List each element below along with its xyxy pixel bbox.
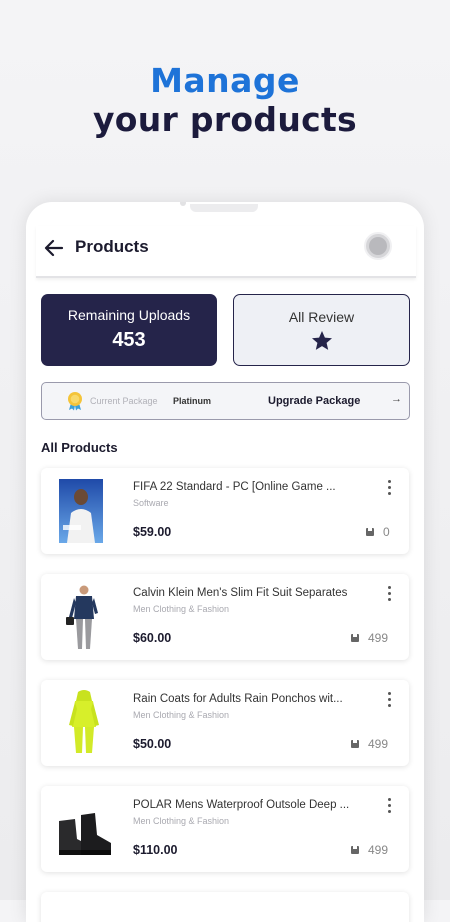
star-icon bbox=[234, 329, 409, 358]
all-review-label: All Review bbox=[288, 309, 355, 325]
product-stock: 499 bbox=[368, 631, 389, 645]
arrow-left-icon[interactable] bbox=[42, 236, 66, 260]
package-bar: Current Package Platinum Upgrade Package… bbox=[41, 382, 410, 420]
product-card[interactable]: Rain Coats for Adults Rain Ponchos wit..… bbox=[41, 680, 409, 766]
product-category: Men Clothing & Fashion bbox=[133, 604, 230, 614]
current-package-label: Current Package bbox=[90, 396, 158, 406]
product-stock: 499 bbox=[368, 843, 389, 857]
all-review-button[interactable]: All Review bbox=[233, 294, 410, 366]
phone-frame: Products Remaining Uploads 453 All Revie… bbox=[26, 202, 424, 922]
product-price: $110.00 bbox=[133, 843, 178, 857]
product-category: Software bbox=[133, 498, 169, 508]
hero-line-1: Manage bbox=[150, 61, 300, 100]
product-image-raincoat bbox=[69, 690, 99, 753]
avatar[interactable] bbox=[364, 232, 392, 260]
product-image-suit bbox=[66, 585, 98, 649]
remaining-uploads-card: Remaining Uploads 453 bbox=[41, 294, 217, 366]
product-category: Men Clothing & Fashion bbox=[133, 816, 230, 826]
product-name: Rain Coats for Adults Rain Ponchos wit..… bbox=[133, 693, 343, 705]
medal-icon bbox=[68, 392, 82, 411]
remaining-uploads-label: Remaining Uploads bbox=[67, 307, 191, 323]
hero-line-2: your products bbox=[92, 100, 357, 139]
box-icon bbox=[351, 634, 359, 642]
arrow-right-icon: → bbox=[391, 393, 402, 405]
speaker-dot bbox=[180, 202, 186, 206]
app-bar: Products bbox=[36, 226, 416, 278]
product-name: Calvin Klein Men's Slim Fit Suit Separat… bbox=[133, 587, 348, 599]
upgrade-package-link[interactable]: Upgrade Package bbox=[268, 395, 360, 407]
product-image-game-cover bbox=[59, 479, 103, 543]
product-card[interactable]: FIFA 22 Standard - PC [Online Game ... S… bbox=[41, 468, 409, 554]
kebab-menu-icon[interactable] bbox=[385, 480, 393, 498]
page-title: Products bbox=[75, 237, 149, 256]
product-card[interactable] bbox=[41, 892, 409, 922]
section-title: All Products bbox=[41, 440, 118, 455]
product-price: $50.00 bbox=[133, 737, 172, 751]
product-image-boots bbox=[59, 813, 111, 855]
product-price: $59.00 bbox=[133, 525, 172, 539]
kebab-menu-icon[interactable] bbox=[385, 692, 393, 710]
box-icon bbox=[351, 740, 359, 748]
product-stock: 499 bbox=[368, 737, 389, 751]
product-name: POLAR Mens Waterproof Outsole Deep ... bbox=[133, 799, 350, 811]
product-name: FIFA 22 Standard - PC [Online Game ... bbox=[133, 481, 336, 493]
product-price: $60.00 bbox=[133, 631, 172, 645]
box-icon bbox=[366, 528, 374, 536]
hero-heading: Manage your products bbox=[0, 62, 450, 140]
box-icon bbox=[351, 846, 359, 854]
kebab-menu-icon[interactable] bbox=[385, 586, 393, 604]
product-card[interactable]: Calvin Klein Men's Slim Fit Suit Separat… bbox=[41, 574, 409, 660]
kebab-menu-icon[interactable] bbox=[385, 798, 393, 816]
phone-notch bbox=[190, 204, 258, 212]
remaining-uploads-value: 453 bbox=[112, 329, 146, 351]
product-card[interactable]: POLAR Mens Waterproof Outsole Deep ... M… bbox=[41, 786, 409, 872]
product-category: Men Clothing & Fashion bbox=[133, 710, 230, 720]
product-stock: 0 bbox=[383, 525, 390, 539]
current-package-value: Platinum bbox=[173, 396, 212, 406]
